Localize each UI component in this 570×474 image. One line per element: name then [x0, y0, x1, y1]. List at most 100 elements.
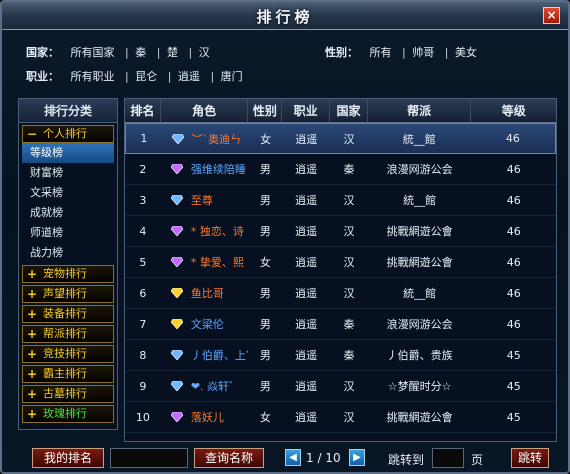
gender-option-female[interactable]: 美女: [455, 46, 477, 59]
role-cell: * 挚爱、熙: [161, 254, 249, 270]
guild-cell: 挑戰網遊公會: [386, 411, 453, 424]
job-filter: 职业： 所有职业 | 昆仑 | 逍遥 | 唐门: [26, 68, 247, 84]
country-cell: 汉: [343, 225, 355, 238]
divider: |: [444, 46, 449, 59]
country-cell: 汉: [343, 256, 355, 269]
expand-icon[interactable]: +: [27, 406, 37, 422]
table-body: 1 ︶ˋ奥迪ㄣ女逍遥汉統__館 46 2 强维续陪睡男逍遥秦浪漫网游公会 46 3 至尊男逍遥…: [125, 123, 556, 433]
blue-gem-icon: [170, 350, 183, 360]
table-row[interactable]: 8 丿伯爵、上官男 逍遥 秦 丿伯爵、贵族 45: [125, 340, 556, 371]
category-label: 声望排行: [43, 287, 87, 300]
table-row[interactable]: 5 * 挚爱、熙 女 逍遥 汉 挑戰網遊公會 46: [125, 247, 556, 278]
jump-button[interactable]: 跳转: [511, 448, 549, 468]
sidebar-category[interactable]: + 帮派排行: [22, 325, 114, 343]
gender-cell: 男: [259, 163, 271, 176]
job-option-all[interactable]: 所有职业: [71, 70, 115, 83]
rank-cell: 2: [139, 162, 147, 176]
expand-icon[interactable]: +: [27, 266, 37, 282]
job-option-kunlun[interactable]: 昆仑: [135, 70, 157, 83]
sidebar-category[interactable]: + 霸主排行: [22, 365, 114, 383]
table-header: 排名 角色 性别 职业 国家 帮派 等级: [125, 99, 556, 123]
table-row[interactable]: 7 文梁伦 男 逍遥 秦 浪漫网游公会 46: [125, 309, 556, 340]
page-number-input[interactable]: [432, 448, 464, 468]
title-bar: 排行榜 ×: [2, 2, 568, 30]
job-option-xiaoyao[interactable]: 逍遥: [178, 70, 200, 83]
gender-option-male[interactable]: 帅哥: [412, 46, 434, 59]
next-page-icon[interactable]: ▶: [349, 449, 365, 466]
sidebar-category[interactable]: + 装备排行: [22, 305, 114, 323]
country-cell: 汉: [343, 132, 355, 146]
gender-cell: 男: [259, 225, 271, 238]
collapse-icon[interactable]: −: [27, 126, 37, 142]
sidebar-category[interactable]: + 竞技排行: [22, 345, 114, 363]
role-cell: * 独恋、诗: [161, 223, 249, 239]
sidebar-sub-item[interactable]: 战力榜: [22, 243, 114, 263]
expand-icon[interactable]: +: [27, 286, 37, 302]
gender-cell: 女: [259, 256, 271, 269]
country-option-all[interactable]: 所有国家: [71, 46, 115, 59]
guild-cell: 統__館: [402, 132, 436, 146]
sidebar-category[interactable]: + 声望排行: [22, 285, 114, 303]
country-option-han[interactable]: 汉: [199, 46, 210, 59]
page-suffix-label: 页: [471, 453, 484, 467]
divider: |: [125, 46, 129, 59]
sidebar-category[interactable]: + 宠物排行: [22, 265, 114, 283]
country-option-qin[interactable]: 秦: [135, 46, 146, 59]
country-option-chu[interactable]: 楚: [167, 46, 178, 59]
job-cell: 逍遥: [295, 411, 318, 424]
column-header-rank: 排名: [125, 99, 161, 122]
prev-page-icon[interactable]: ◀: [285, 449, 301, 466]
purple-gem-icon: [170, 226, 183, 236]
column-header-country: 国家: [330, 99, 368, 122]
category-label: 竞技排行: [43, 347, 87, 360]
table-row[interactable]: 9 ❤. 焱轩゛ 男 逍遥 汉 ☆梦醒时分☆ 45: [125, 371, 556, 402]
table-row[interactable]: 2 强维续陪睡男 逍遥 秦 浪漫网游公会 46: [125, 154, 556, 185]
role-name: ❤. 焱轩゛: [190, 380, 241, 393]
role-cell: ︶ˋ奥迪ㄣ: [162, 131, 249, 147]
ranking-window: 排行榜 × 国家： 所有国家 | 秦 | 楚 | 汉 性别： 所有 | 帅哥 |…: [0, 0, 570, 474]
expand-icon[interactable]: +: [27, 386, 37, 402]
table-row[interactable]: 6 鱼比哥 男 逍遥 汉 統__館 46: [125, 278, 556, 309]
gender-option-all[interactable]: 所有: [370, 46, 392, 59]
table-row[interactable]: 10 落妖儿 女 逍遥 汉 挑戰網遊公會 45: [125, 402, 556, 433]
category-personal[interactable]: − 个人排行: [22, 125, 114, 143]
my-rank-button[interactable]: 我的排名: [32, 448, 104, 468]
yellow-gem-icon: [170, 288, 183, 298]
sidebar-category[interactable]: + 古墓排行: [22, 385, 114, 403]
expand-icon[interactable]: +: [27, 366, 37, 382]
column-header-role: 角色: [161, 99, 249, 122]
table-row[interactable]: 4 * 独恋、诗 男 逍遥 汉 挑戰網遊公會 46: [125, 216, 556, 247]
level-cell: 46: [506, 317, 521, 331]
close-button[interactable]: ×: [543, 7, 560, 24]
role-name: * 独恋、诗: [190, 225, 244, 238]
job-cell: 逍遥: [295, 287, 318, 300]
category-sidebar: 排行分类 − 个人排行 等级榜 财富榜 文采榜 成就榜 师道榜 战力榜 + 宠物排行 + 声望排…: [18, 98, 118, 430]
expand-icon[interactable]: +: [27, 306, 37, 322]
role-cell: 丿伯爵、上官: [161, 347, 248, 363]
country-cell: 秦: [343, 318, 355, 331]
job-filter-label: 职业：: [26, 70, 59, 83]
job-option-tangmen[interactable]: 唐门: [221, 70, 243, 83]
gender-cell: 男: [259, 349, 271, 362]
job-cell: 逍遥: [295, 194, 318, 207]
sidebar-sub-item[interactable]: 文采榜: [22, 183, 114, 203]
gender-filter-label: 性别：: [325, 46, 358, 59]
role-cell: 鱼比哥: [161, 285, 249, 301]
expand-icon[interactable]: +: [27, 326, 37, 342]
category-label: 帮派排行: [43, 327, 87, 340]
table-row[interactable]: 3 至尊 男 逍遥 汉 統__館 46: [125, 185, 556, 216]
name-search-input[interactable]: [110, 448, 188, 468]
table-row[interactable]: 1 ︶ˋ奥迪ㄣ 女 逍遥 汉 統__館 46: [125, 123, 556, 154]
expand-icon[interactable]: +: [27, 346, 37, 362]
gender-cell: 男: [259, 318, 271, 331]
sidebar-category[interactable]: + 玫瑰排行: [22, 405, 114, 423]
role-cell: 至尊: [161, 192, 249, 208]
gender-cell: 男: [259, 194, 271, 207]
sidebar-sub-item[interactable]: 师道榜: [22, 223, 114, 243]
query-name-button[interactable]: 查询名称: [194, 448, 264, 468]
sidebar-sub-item[interactable]: 等级榜: [22, 143, 114, 163]
sidebar-sub-item[interactable]: 成就榜: [22, 203, 114, 223]
sidebar-sub-item[interactable]: 财富榜: [22, 163, 114, 183]
sub-item-list: 等级榜 财富榜 文采榜 成就榜 师道榜 战力榜: [19, 143, 117, 263]
sidebar-title: 排行分类: [19, 99, 117, 123]
